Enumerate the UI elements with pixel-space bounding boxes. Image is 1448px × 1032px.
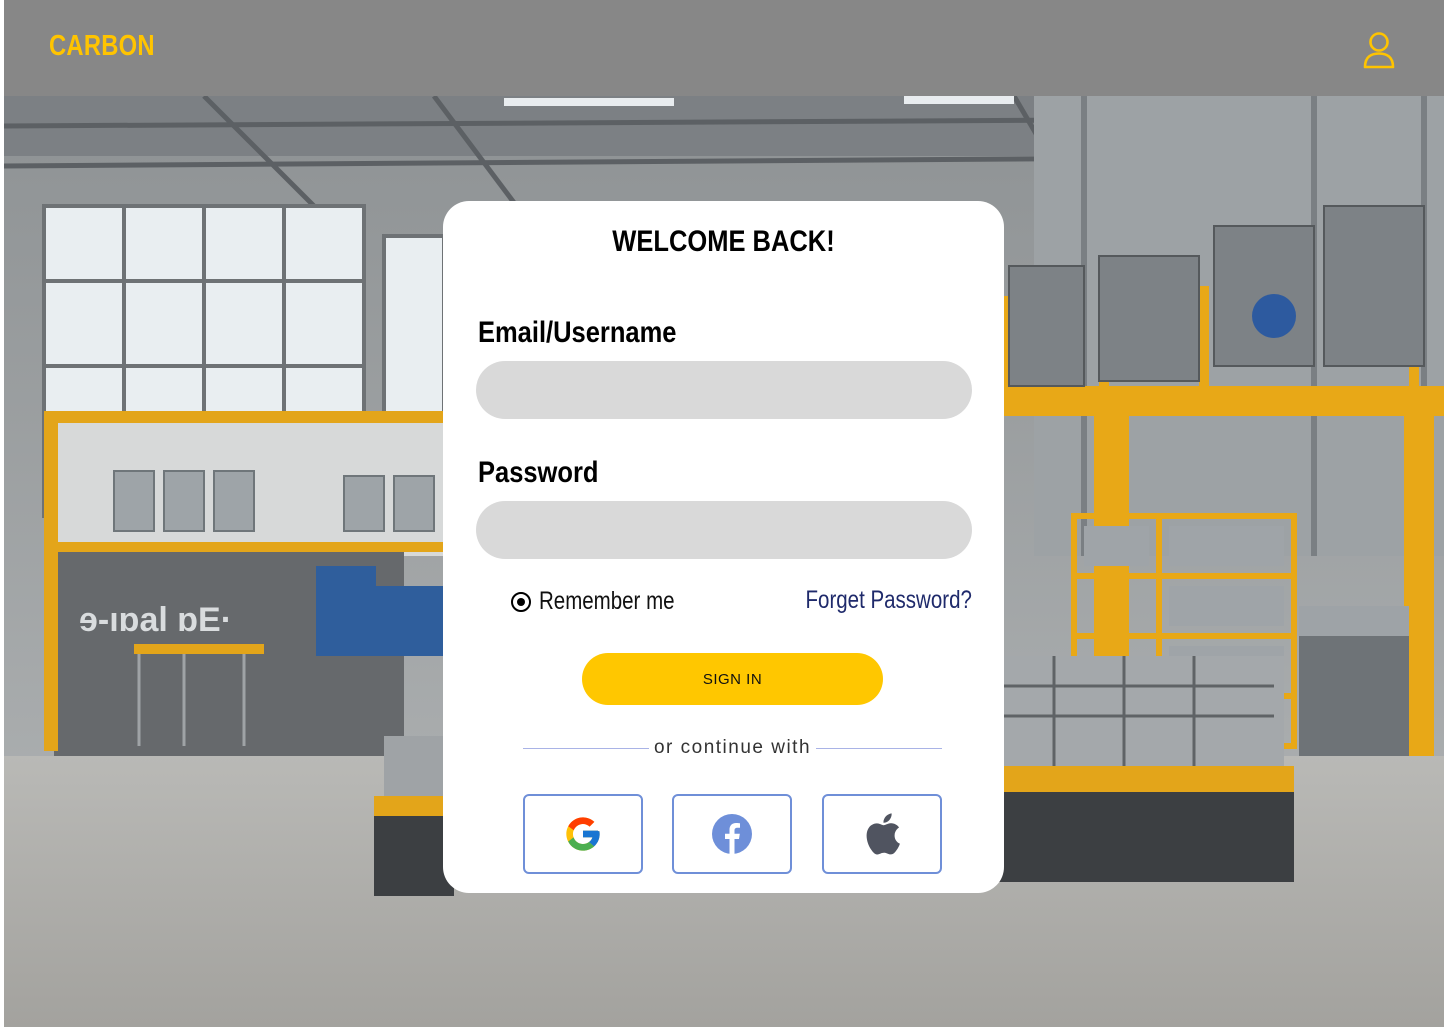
sign-in-button[interactable]: SIGN IN <box>582 653 883 705</box>
forgot-password-link[interactable]: Forget Password? <box>806 586 972 615</box>
facebook-icon <box>712 814 752 854</box>
brand-logo[interactable]: CARBON <box>49 30 155 63</box>
page-title: WELCOME BACK! <box>612 225 835 258</box>
user-icon[interactable] <box>1362 30 1398 70</box>
remember-me-toggle[interactable]: Remember me <box>511 587 704 616</box>
password-field[interactable] <box>476 501 972 559</box>
apple-login-button[interactable] <box>822 794 942 874</box>
login-card: WELCOME BACK! Email/Username Password Re… <box>443 201 1004 893</box>
remember-me-label: Remember me <box>539 587 675 615</box>
divider-line-right <box>816 748 942 749</box>
apple-icon <box>866 813 900 855</box>
google-icon <box>566 817 600 851</box>
svg-text:ɘ-ıɒal ɒE·: ɘ-ıɒal ɒE· <box>79 601 232 639</box>
google-login-button[interactable] <box>523 794 643 874</box>
password-label: Password <box>478 456 599 489</box>
app-frame: CARBON ɘ-ıɒal ɒE· WELCOME BACK! Email/Us… <box>4 0 1444 1027</box>
divider: or continue with <box>523 737 942 759</box>
top-bar: CARBON <box>4 0 1444 96</box>
email-label: Email/Username <box>478 316 677 349</box>
email-field[interactable] <box>476 361 972 419</box>
facebook-login-button[interactable] <box>672 794 792 874</box>
radio-icon[interactable] <box>511 591 531 612</box>
